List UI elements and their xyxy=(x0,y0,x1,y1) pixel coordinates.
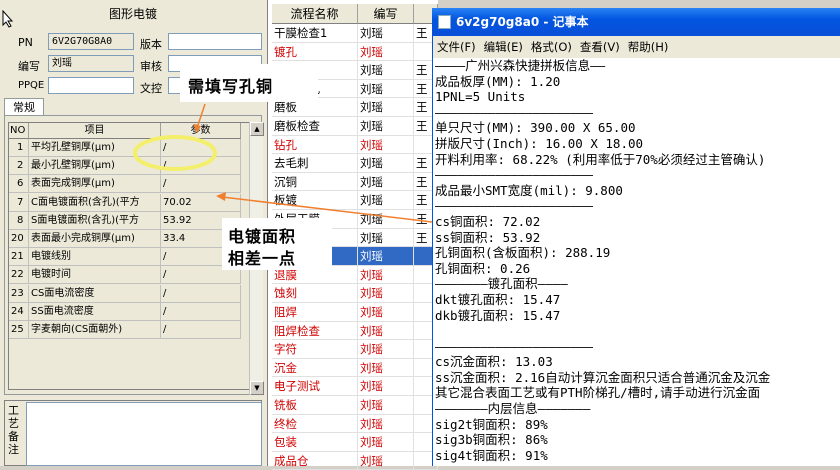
callout-area-line1: 电镀面积 xyxy=(228,227,297,246)
notepad-text-area[interactable]: ————广州兴森快捷拼板信息—— 成品板厚(MM): 1.20 1PNL=5 Uni… xyxy=(435,58,839,466)
notepad-menu-item[interactable]: 格式(O) xyxy=(527,36,576,58)
notepad-line: 成品最小SMT宽度(mil): 9.800 xyxy=(435,182,623,198)
notepad-line: sig2t铜面积: 89% xyxy=(435,416,548,432)
notepad-line: dkb镀孔面积: 15.47 xyxy=(435,307,561,323)
notepad-line: 孔铜面积(含板面积): 288.19 xyxy=(435,245,611,261)
notepad-line: ————广州兴森快捷拼板信息—— xyxy=(435,58,606,73)
notepad-line: sig4t铜面积: 91% xyxy=(435,447,548,463)
notepad-line: ————————————————————— xyxy=(435,104,594,120)
notepad-line: sig3b铜面积: 86% xyxy=(435,432,548,448)
notepad-title-bar[interactable]: 6v2g70g8a0 - 记事本 xyxy=(432,8,840,36)
notepad-line: cs沉金面积: 13.03 xyxy=(435,354,553,370)
notepad-line: ss沉金面积: 2.16自动计算沉金面积只适合普通沉金及沉金 xyxy=(435,369,771,385)
arrow-head-circle xyxy=(193,124,201,133)
notepad-line: 1PNL=5 Units xyxy=(435,89,526,105)
callout-hole-copper: 需填写孔铜 xyxy=(188,77,274,96)
notepad-line: ————————————————————— xyxy=(435,338,594,354)
notepad-line: dkt镀孔面积: 15.47 xyxy=(435,291,561,307)
notepad-menu-bar: 文件(F) 编辑(E) 格式(O) 查看(V) 帮助(H) xyxy=(433,36,840,58)
notepad-line: ss铜面积: 53.92 xyxy=(435,229,541,245)
notepad-line: 成品板厚(MM): 1.20 xyxy=(435,73,561,89)
notepad-line: 开料利用率: 68.22% (利用率低于70%必须经过主管确认) xyxy=(435,151,766,167)
notepad-line: 单只尺寸(MM): 390.00 X 65.00 xyxy=(435,120,636,136)
notepad-icon xyxy=(438,15,451,29)
notepad-menu-item[interactable]: 文件(F) xyxy=(433,36,480,58)
notepad-line: 其它混合表面工艺或有PTH阶梯孔/槽时,请手动进行沉金面 xyxy=(435,385,761,401)
highlight-circle xyxy=(133,135,217,171)
notepad-line: 孔铜面积: 0.26 xyxy=(435,260,531,276)
notepad-line xyxy=(435,323,839,339)
callout-box-2: 电镀面积 相差一点 xyxy=(222,218,332,270)
notepad-menu-item[interactable]: 查看(V) xyxy=(576,36,624,58)
callout-box-1: 需填写孔铜 xyxy=(180,64,318,102)
notepad-line: 拼版尺寸(Inch): 16.00 X 18.00 xyxy=(435,135,644,151)
notepad-menu-item[interactable]: 帮助(H) xyxy=(624,36,673,58)
notepad-line: ————————————————————— xyxy=(435,198,594,214)
notepad-title: 6v2g70g8a0 - 记事本 xyxy=(456,15,589,29)
notepad-menu-item[interactable]: 编辑(E) xyxy=(480,36,527,58)
notepad-line: ———————内层信息——————— xyxy=(435,401,591,417)
arrow-to-circle xyxy=(196,103,206,129)
arrow-head-area xyxy=(216,192,226,201)
callout-area-line2: 相差一点 xyxy=(228,249,297,268)
notepad-line: ————————————————————— xyxy=(435,167,594,183)
notepad-line: ———————镀孔面积———— xyxy=(435,276,568,292)
notepad-line: cs铜面积: 72.02 xyxy=(435,213,541,229)
